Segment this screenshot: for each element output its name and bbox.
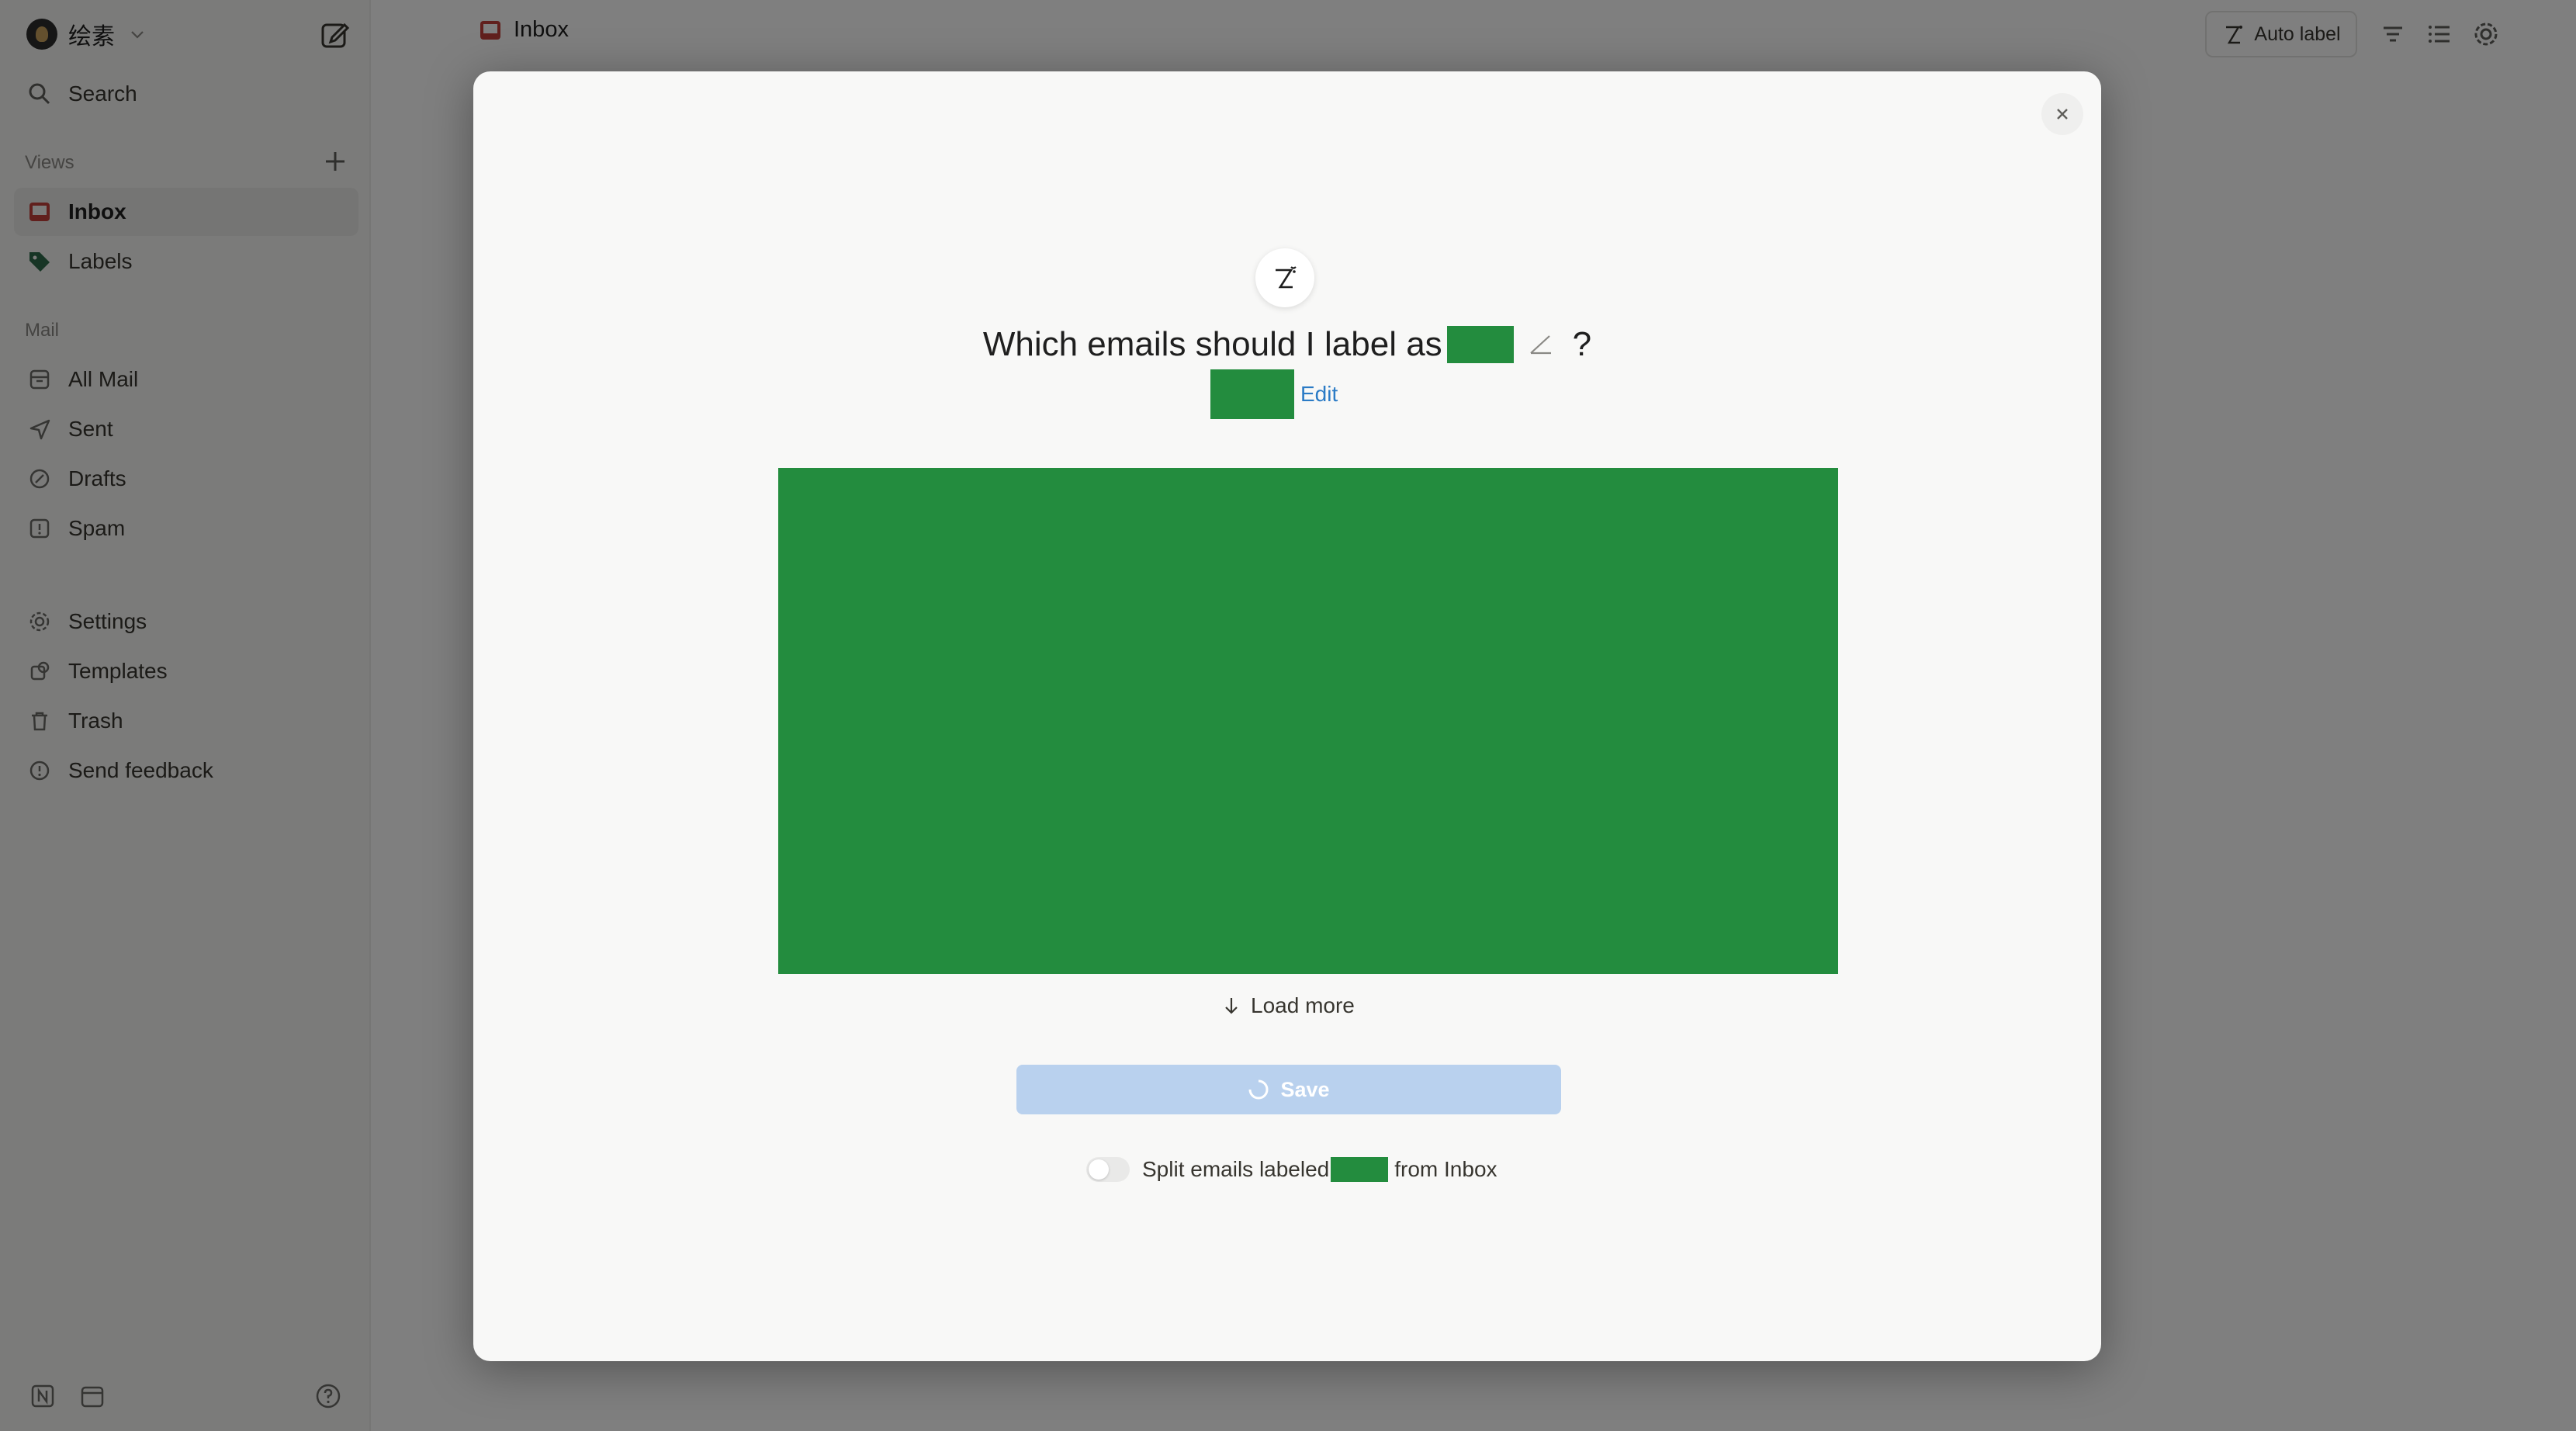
split-inbox-toggle[interactable] xyxy=(1086,1157,1130,1182)
arrow-down-icon xyxy=(1225,998,1238,1014)
email-list-redacted xyxy=(778,468,1838,974)
load-more-label: Load more xyxy=(1251,993,1355,1017)
auto-label-dialog: Which emails should I label as ? Edit Lo… xyxy=(473,71,2101,1361)
save-button[interactable]: Save xyxy=(1016,1065,1561,1114)
question-mark: ? xyxy=(1572,325,1592,363)
edit-link[interactable]: Edit xyxy=(1300,382,1338,407)
pencil-icon[interactable] xyxy=(1525,328,1557,361)
split-suffix-text: from Inbox xyxy=(1394,1157,1497,1181)
label-name-redacted xyxy=(1446,326,1514,363)
label-description-row: Edit xyxy=(1210,369,1338,419)
split-inbox-row: Split emails labeled from Inbox xyxy=(1086,1150,1497,1189)
save-label: Save xyxy=(1280,1077,1330,1101)
dialog-title: Which emails should I label as ? xyxy=(473,320,2101,369)
dialog-title-text: Which emails should I label as xyxy=(982,325,1442,363)
split-label-redacted xyxy=(1331,1157,1389,1182)
spinner-icon xyxy=(1248,1079,1269,1100)
load-more-button[interactable]: Load more xyxy=(1223,993,1355,1018)
auto-label-hero-icon xyxy=(1255,248,1314,307)
close-button[interactable] xyxy=(2041,93,2083,135)
label-description-redacted xyxy=(1210,369,1294,419)
close-icon xyxy=(2057,109,2068,120)
split-prefix-text: Split emails labeled xyxy=(1142,1157,1330,1181)
